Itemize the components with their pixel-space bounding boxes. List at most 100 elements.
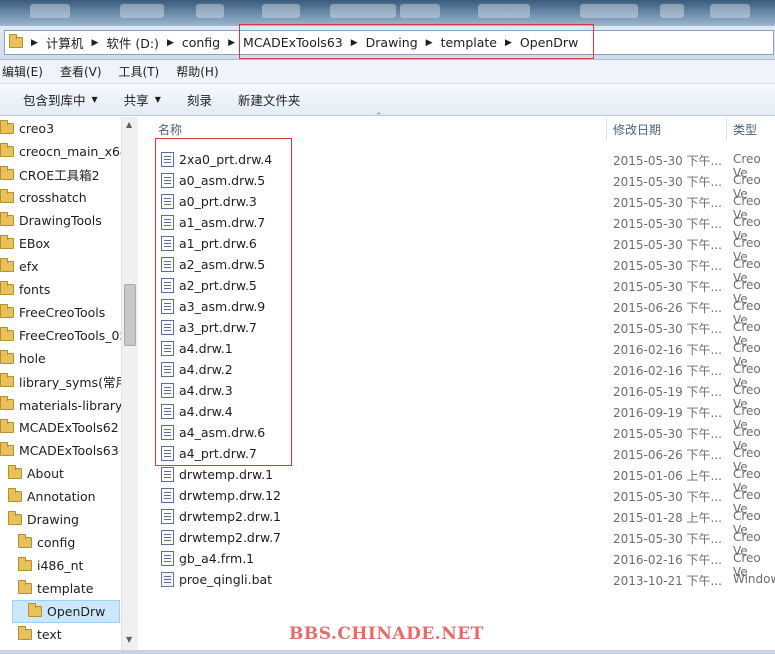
new-folder-button[interactable]: 新建文件夹 xyxy=(238,90,301,109)
file-date: 2015-05-30 下午... xyxy=(613,280,722,294)
file-name: a4_asm.drw.6 xyxy=(179,425,266,440)
chevron-right-icon[interactable]: ▶ xyxy=(505,38,512,48)
nav-folder-item[interactable]: MCADExTools62 xyxy=(0,416,119,439)
nav-folder-item[interactable]: template xyxy=(18,577,93,600)
file-date: 2015-06-26 下午... xyxy=(613,301,722,315)
file-date: 2015-05-30 下午... xyxy=(613,238,722,252)
nav-folder-item[interactable]: crosshatch xyxy=(0,186,87,209)
command-bar: 包含到库中 ▼ 共享 ▼ 刻录 新建文件夹 xyxy=(0,84,775,116)
file-date: 2015-05-30 下午... xyxy=(613,532,722,546)
nav-folder-label: FreeCreoTools_05 xyxy=(19,328,128,343)
menu-edit[interactable]: 编辑(E) xyxy=(0,63,47,80)
nav-folder-item[interactable]: Annotation xyxy=(8,485,96,508)
nav-folder-item[interactable]: config xyxy=(18,531,75,554)
nav-folder-item[interactable]: FreeCreoTools xyxy=(0,301,105,324)
nav-scrollbar[interactable]: ▲ ▼ xyxy=(121,117,138,650)
nav-folder-item[interactable]: i486_nt xyxy=(18,554,83,577)
nav-folder-item[interactable]: efx xyxy=(0,255,39,278)
menu-help[interactable]: 帮助(H) xyxy=(172,63,222,80)
file-name: a1_prt.drw.6 xyxy=(179,236,257,251)
watermark: BBS.CHINADE.NET xyxy=(289,624,484,644)
folder-icon xyxy=(0,373,14,387)
chevron-right-icon[interactable]: ▶ xyxy=(351,38,358,48)
nav-folder-label: DrawingTools xyxy=(19,213,102,228)
nav-folder-label: template xyxy=(37,581,94,596)
breadcrumb-drive[interactable]: 软件 (D:) xyxy=(106,33,159,52)
document-icon xyxy=(161,551,174,566)
share-button[interactable]: 共享 ▼ xyxy=(124,90,161,109)
document-icon xyxy=(161,425,174,440)
folder-icon xyxy=(0,396,14,410)
breadcrumb-computer[interactable]: 计算机 xyxy=(46,33,84,52)
file-name: a2_asm.drw.5 xyxy=(179,257,266,272)
column-header-type[interactable]: 类型 xyxy=(733,117,775,141)
folder-icon xyxy=(0,350,14,364)
nav-folder-item[interactable]: FreeCreoTools_05 xyxy=(0,324,127,347)
share-label: 共享 xyxy=(123,93,149,108)
breadcrumb-config[interactable]: config xyxy=(182,35,220,50)
nav-folder-item[interactable]: hole xyxy=(0,347,46,370)
folder-icon xyxy=(0,304,14,318)
scroll-up-icon[interactable]: ▲ xyxy=(126,120,132,129)
folder-icon xyxy=(18,557,32,571)
burn-button[interactable]: 刻录 xyxy=(187,90,212,109)
chevron-right-icon[interactable]: ▶ xyxy=(91,38,98,48)
nav-folder-item[interactable]: library_syms(常用符 xyxy=(0,370,137,393)
nav-folder-item[interactable]: CROE工具箱2 xyxy=(0,163,100,186)
folder-icon xyxy=(0,258,14,272)
nav-folder-label: FreeCreoTools xyxy=(19,305,106,320)
file-name: drwtemp2.drw.1 xyxy=(179,509,282,524)
nav-folder-item[interactable]: DrawingTools xyxy=(0,209,102,232)
nav-folder-item[interactable]: fonts xyxy=(0,278,50,301)
scrollbar-thumb[interactable] xyxy=(124,284,136,346)
nav-folder-item[interactable]: materials-library(材 xyxy=(0,393,137,416)
file-name: a3_prt.drw.7 xyxy=(179,320,257,335)
file-date: 2015-05-30 下午... xyxy=(613,196,722,210)
nav-folder-item[interactable]: text xyxy=(18,623,62,646)
chevron-right-icon[interactable]: ▶ xyxy=(31,38,38,48)
nav-folder-item[interactable]: creocn_main_x64_ xyxy=(0,140,134,163)
scroll-down-icon[interactable]: ▼ xyxy=(126,635,132,644)
nav-folder-label: i486_nt xyxy=(37,558,84,573)
folder-icon xyxy=(9,34,23,48)
chevron-right-icon[interactable]: ▶ xyxy=(228,38,235,48)
breadcrumb-opendrw[interactable]: OpenDrw xyxy=(520,35,578,50)
column-header-date[interactable]: 修改日期 xyxy=(613,117,725,141)
nav-folder-item-selected[interactable]: OpenDrw xyxy=(12,600,120,623)
navigation-pane: creo3 creocn_main_x64_ CROE工具箱2 crosshat… xyxy=(0,117,138,650)
nav-folder-item[interactable]: MCADExTools63 xyxy=(0,439,119,462)
breadcrumb-drawing[interactable]: Drawing xyxy=(366,35,418,50)
chevron-right-icon[interactable]: ▶ xyxy=(167,38,174,48)
chevron-right-icon[interactable]: ▶ xyxy=(426,38,433,48)
breadcrumb-template[interactable]: template xyxy=(441,35,497,50)
file-name: a2_prt.drw.5 xyxy=(179,278,257,293)
include-in-library-button[interactable]: 包含到库中 ▼ xyxy=(23,90,98,109)
document-icon xyxy=(161,383,174,398)
nav-folder-label: MCADExTools63 xyxy=(19,443,119,458)
nav-folder-item[interactable]: EBox xyxy=(0,232,50,255)
address-bar[interactable]: ▶ 计算机 ▶ 软件 (D:) ▶ config ▶ MCADExTools63… xyxy=(4,30,774,55)
menu-view[interactable]: 查看(V) xyxy=(56,63,106,80)
blurred-element xyxy=(478,4,530,18)
folder-icon xyxy=(0,212,14,226)
breadcrumb-mcadextools63[interactable]: MCADExTools63 xyxy=(243,35,343,50)
column-header-name[interactable]: 名称 xyxy=(158,117,605,141)
document-icon xyxy=(161,446,174,461)
column-divider[interactable] xyxy=(726,117,727,141)
folder-icon xyxy=(0,120,14,134)
desktop-strip xyxy=(0,0,775,26)
file-date: 2015-05-30 下午... xyxy=(613,154,722,168)
document-icon xyxy=(161,509,174,524)
column-divider[interactable] xyxy=(606,117,607,141)
blurred-element xyxy=(660,4,684,18)
menu-tools[interactable]: 工具(T) xyxy=(115,63,164,80)
nav-folder-item[interactable]: creo3 xyxy=(0,117,54,140)
nav-folder-item[interactable]: About xyxy=(8,462,64,485)
file-name: a3_asm.drw.9 xyxy=(179,299,266,314)
chevron-down-icon: ▼ xyxy=(154,95,161,104)
nav-folder-label: creo3 xyxy=(19,121,55,136)
nav-folder-item[interactable]: Drawing xyxy=(8,508,79,531)
folder-icon xyxy=(28,603,42,617)
file-name: a0_asm.drw.5 xyxy=(179,173,266,188)
nav-folder-label: config xyxy=(37,535,76,550)
